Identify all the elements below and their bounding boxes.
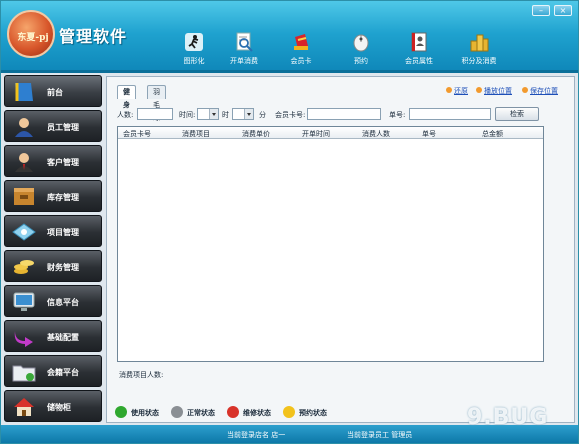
column-header[interactable]: 会员卡号 [123, 129, 151, 139]
hour-select[interactable] [197, 108, 219, 120]
sidebar-item-locker[interactable]: 储物柜 [4, 390, 102, 422]
time-label: 时间: [179, 111, 196, 119]
sidebar-item-inventory[interactable]: 库存管理 [4, 180, 102, 212]
sidebar-item-info-platform[interactable]: 信息平台 [4, 285, 102, 317]
house-icon [14, 398, 34, 416]
coin-stack-icon [470, 34, 489, 52]
column-header[interactable]: 总金额 [482, 129, 503, 139]
toolbar-graphic-button[interactable]: 图形化 [169, 31, 219, 66]
green-status-icon [115, 406, 127, 418]
sidebar-item-label: 会籍平台 [47, 368, 79, 377]
filter-row: 人数: 时间: 时 分 会员卡号: 单号: 检索 [117, 107, 567, 122]
sidebar-item-label: 项目管理 [47, 228, 79, 237]
tab-fitness[interactable]: 健身 [117, 85, 136, 109]
toolbar-points-button[interactable]: 积分及消费 [454, 31, 504, 66]
sidebar-item-customers[interactable]: 客户管理 [4, 145, 102, 177]
app-title: 管理软件 [59, 27, 128, 46]
sidebar-item-finance[interactable]: 财务管理 [4, 250, 102, 282]
contact-book-icon [411, 32, 427, 52]
toolbar-member-attributes-button[interactable]: 会员属性 [394, 31, 444, 66]
yellow-status-icon [283, 406, 295, 418]
sidebar-item-projects[interactable]: 项目管理 [4, 215, 102, 247]
logo: 东夏-pj [7, 10, 55, 58]
current-user-text: 当前登录员工 管理员 [347, 431, 413, 439]
employee-icon [15, 118, 33, 137]
header: 东夏-pj 管理软件 – × 图形化 开单消费 会员卡 预约 会员属性 积分及消… [1, 1, 578, 73]
card-input[interactable] [307, 108, 381, 120]
sidebar-item-label: 储物柜 [47, 403, 71, 412]
sidebar-item-front-desk[interactable]: 前台 [4, 75, 102, 107]
sidebar-item-label: 前台 [47, 88, 63, 97]
minimize-button[interactable]: – [532, 5, 550, 16]
card-icon [294, 34, 308, 50]
main-panel: 健身 羽毛球 还原 播放位置 保存位置 人数: 时间: 时 分 会员卡号: 单号… [106, 76, 575, 423]
tab-badminton[interactable]: 羽毛球 [147, 85, 166, 122]
column-header[interactable]: 单号 [422, 129, 436, 139]
order-label: 单号: [389, 111, 406, 119]
close-button[interactable]: × [554, 5, 572, 16]
toolbar-label: 会员属性 [405, 57, 433, 65]
chevron-down-icon [244, 109, 253, 119]
minute-select[interactable] [232, 108, 254, 120]
sidebar-item-membership[interactable]: 会籍平台 [4, 355, 102, 387]
sidebar-item-employees[interactable]: 员工管理 [4, 110, 102, 142]
book-icon [15, 83, 33, 101]
bullet-icon [476, 87, 482, 93]
hour-unit-label: 时 [222, 111, 229, 119]
bullet-icon [446, 87, 452, 93]
chevron-down-icon [209, 109, 218, 119]
gray-status-icon [171, 406, 183, 418]
red-status-icon [227, 406, 239, 418]
sidebar-item-label: 财务管理 [47, 263, 79, 272]
current-store-text: 当前登录店名 店一 [227, 431, 286, 439]
run-figure-icon [185, 33, 203, 51]
project-icon [12, 223, 36, 241]
inventory-icon [14, 188, 34, 205]
minute-unit-label: 分 [259, 111, 266, 119]
play-position-link[interactable]: 播放位置 [476, 86, 512, 96]
watermark: 9.BUG [467, 405, 549, 430]
sidebar-item-label: 基础配置 [47, 333, 79, 342]
column-header[interactable]: 消费项目 [182, 129, 210, 139]
coins-icon [14, 260, 34, 274]
sidebar: 前台 员工管理 客户管理 库存管理 项目管理 财务管理 信息平台 基础配置 会籍… [4, 75, 102, 443]
toolbar-label: 会员卡 [290, 57, 312, 65]
toolbar-label: 图形化 [183, 57, 205, 65]
column-header[interactable]: 消费单价 [242, 129, 270, 139]
consumption-table[interactable]: 会员卡号 消费项目 消费单价 开单时间 消费人数 单号 总金额 [117, 126, 544, 362]
sidebar-item-label: 库存管理 [47, 193, 79, 202]
folder-icon [12, 365, 36, 382]
search-button[interactable]: 检索 [495, 107, 539, 121]
logo-text: 东夏-pj [17, 33, 49, 43]
customer-icon [15, 153, 33, 172]
position-links: 还原 播放位置 保存位置 [446, 86, 566, 96]
summary-label: 消费项目人数: [119, 371, 164, 379]
column-header[interactable]: 消费人数 [362, 129, 390, 139]
sidebar-item-label: 客户管理 [47, 158, 79, 167]
column-header[interactable]: 开单时间 [302, 129, 330, 139]
order-input[interactable] [409, 108, 491, 120]
toolbar-label: 积分及消费 [461, 57, 497, 65]
mouse-icon [353, 34, 369, 52]
people-input[interactable] [137, 108, 173, 120]
toolbar-member-card-button[interactable]: 会员卡 [276, 31, 326, 66]
save-position-link[interactable]: 保存位置 [522, 86, 558, 96]
sidebar-item-label: 信息平台 [47, 298, 79, 307]
app-window: 东夏-pj 管理软件 – × 图形化 开单消费 会员卡 预约 会员属性 积分及消… [0, 0, 579, 444]
restore-link[interactable]: 还原 [446, 86, 468, 96]
toolbar-reservation-button[interactable]: 预约 [336, 31, 386, 66]
monitor-icon [13, 292, 35, 311]
bullet-icon [522, 87, 528, 93]
sidebar-item-label: 员工管理 [47, 123, 79, 132]
toolbar-label: 开单消费 [230, 57, 258, 65]
table-header: 会员卡号 消费项目 消费单价 开单时间 消费人数 单号 总金额 [118, 127, 543, 139]
card-label: 会员卡号: [275, 111, 306, 119]
toolbar-billing-button[interactable]: 开单消费 [219, 31, 269, 66]
magnifier-document-icon [236, 32, 253, 52]
toolbar-label: 预约 [354, 57, 368, 65]
arrow-config-icon [14, 331, 33, 347]
people-label: 人数: [117, 111, 134, 119]
sidebar-item-basic-config[interactable]: 基础配置 [4, 320, 102, 352]
